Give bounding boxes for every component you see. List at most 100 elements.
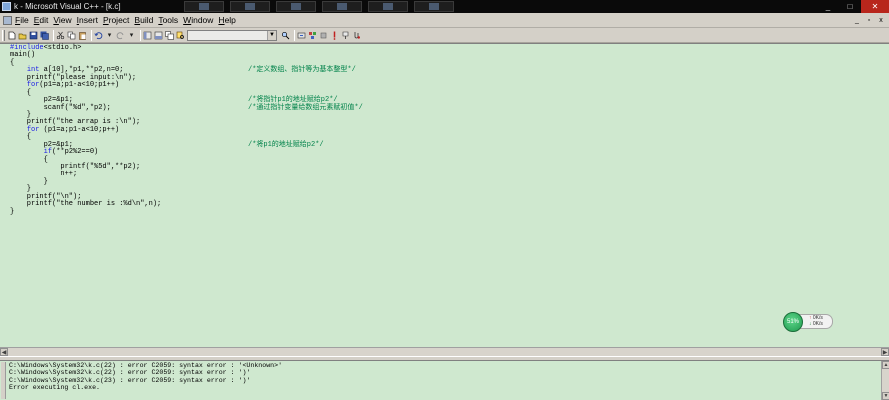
scroll-down-icon[interactable]: ▼ — [882, 392, 889, 400]
window-title: k - Microsoft Visual C++ - [k.c] — [14, 2, 121, 11]
workspace-icon[interactable] — [143, 31, 152, 40]
window-controls: _ □ ✕ — [817, 0, 889, 13]
code-line[interactable]: { — [10, 59, 870, 67]
code-comment: /*定义数组、指针等为基本整型*/ — [248, 66, 356, 75]
compile-icon[interactable] — [297, 31, 306, 40]
source-code[interactable]: #include<stdio.h> main(){ int a[10],*p1,*… — [10, 44, 870, 216]
window-list-icon[interactable] — [165, 30, 174, 40]
toolbar-separator — [140, 29, 141, 41]
ghost-window-thumb — [322, 1, 362, 12]
paste-icon[interactable] — [78, 31, 87, 40]
menu-view[interactable]: View — [53, 15, 71, 25]
menu-tools[interactable]: Tools — [158, 15, 178, 25]
open-icon[interactable] — [18, 31, 27, 40]
menu-build[interactable]: Build — [134, 15, 153, 25]
code-line[interactable]: int a[10],*p1,**p2,n=0;/*定义数组、指针等为基本整型*/ — [10, 66, 870, 75]
code-line[interactable]: printf("%5d",**p2); — [10, 163, 870, 171]
menu-file[interactable]: File — [15, 15, 29, 25]
cpu-usage-gauge: 51% — [783, 312, 803, 332]
network-speed-widget[interactable]: 51% ↑ 0K/s ↓ 0K/s — [783, 312, 833, 332]
toolbar-separator — [91, 29, 92, 41]
output-grip[interactable] — [1, 362, 6, 399]
download-arrow-icon: ↓ — [809, 321, 812, 327]
horizontal-scrollbar[interactable]: ◀ ▶ — [0, 347, 889, 356]
insert-breakpoint-icon[interactable] — [352, 31, 361, 40]
code-comment: /*将p1的地址赋给p2*/ — [248, 140, 324, 149]
code-line[interactable]: p2=&p1;/*将指针p1的地址赋给p2*/ — [10, 96, 870, 104]
code-line[interactable]: printf("the arrap is :\n"); — [10, 119, 870, 126]
background-taskbar — [184, 0, 460, 13]
output-line[interactable]: C:\Windows\System32\k.c(22) : error C205… — [9, 362, 282, 369]
app-icon — [2, 2, 11, 11]
code-line[interactable]: p2=&p1;/*将p1的地址赋给p2*/ — [10, 140, 870, 149]
code-line[interactable]: if(**p2%2==0) — [10, 148, 870, 156]
redo-dropdown-icon[interactable]: ▾ — [127, 31, 136, 40]
maximize-button[interactable]: □ — [839, 0, 861, 13]
find-combo[interactable]: ▼ — [187, 29, 277, 41]
code-line[interactable]: #include<stdio.h> — [10, 44, 870, 52]
code-text: printf("the number is :%d\n",n); — [10, 200, 162, 209]
menu-insert[interactable]: Insert — [77, 15, 98, 25]
undo-dropdown-icon[interactable]: ▾ — [105, 31, 114, 40]
copy-icon[interactable] — [67, 31, 76, 40]
vertical-scrollbar[interactable]: ▲ ▼ — [881, 361, 889, 400]
find-icon[interactable] — [281, 31, 290, 40]
save-icon[interactable] — [29, 31, 38, 40]
new-file-icon[interactable] — [7, 31, 16, 40]
document-icon[interactable] — [3, 15, 12, 25]
ghost-window-thumb — [184, 1, 224, 12]
toolbar-separator — [294, 29, 295, 41]
output-line[interactable]: C:\Windows\System32\k.c(23) : error C205… — [9, 377, 282, 384]
minimize-button[interactable]: _ — [817, 0, 839, 13]
find-in-files-icon[interactable] — [176, 31, 185, 40]
cut-icon[interactable] — [56, 31, 65, 40]
mdi-restore-button[interactable]: ▫ — [863, 15, 875, 25]
code-line[interactable]: } — [10, 186, 870, 193]
ghost-window-thumb — [230, 1, 270, 12]
code-line[interactable]: printf("the number is :%d\n",n); — [10, 200, 870, 209]
code-line[interactable]: main() — [10, 52, 870, 59]
build-output[interactable]: C:\Windows\System32\k.c(22) : error C205… — [9, 362, 282, 391]
ghost-window-thumb — [414, 1, 454, 12]
output-line[interactable]: C:\Windows\System32\k.c(22) : error C205… — [9, 369, 282, 376]
execute-icon[interactable] — [330, 31, 339, 40]
menu-edit[interactable]: Edit — [34, 15, 49, 25]
chevron-down-icon[interactable]: ▼ — [267, 30, 276, 40]
mdi-controls: _ ▫ x — [851, 15, 887, 25]
code-line[interactable]: scanf("%d",*p2);/*通过指针变量给数组元素赋初值*/ — [10, 104, 870, 112]
save-all-icon[interactable] — [40, 31, 49, 40]
output-icon[interactable] — [154, 31, 163, 40]
menu-window[interactable]: Window — [183, 15, 213, 25]
scroll-left-icon[interactable]: ◀ — [0, 348, 8, 356]
scroll-right-icon[interactable]: ▶ — [881, 348, 889, 356]
code-line[interactable]: { — [10, 89, 870, 97]
menu-bar: File Edit View Insert Project Build Tool… — [0, 13, 889, 28]
code-line[interactable]: printf("please input:\n"); — [10, 74, 870, 82]
redo-icon[interactable] — [116, 31, 125, 40]
toolbar: ▾ ▾ ▼ — [0, 28, 889, 43]
ghost-window-thumb — [368, 1, 408, 12]
title-bar[interactable]: k - Microsoft Visual C++ - [k.c] _ □ ✕ — [0, 0, 889, 13]
toolbar-separator — [53, 29, 54, 41]
stop-build-icon[interactable] — [319, 31, 328, 40]
code-line[interactable]: { — [10, 134, 870, 141]
code-editor[interactable]: #include<stdio.h> main(){ int a[10],*p1,*… — [0, 43, 889, 356]
output-line[interactable]: Error executing cl.exe. — [9, 384, 282, 391]
go-icon[interactable] — [341, 31, 350, 40]
code-line[interactable]: for(p1=a;p1-a<10;p1++) — [10, 81, 870, 89]
menu-help[interactable]: Help — [218, 15, 235, 25]
close-button[interactable]: ✕ — [861, 0, 889, 13]
mdi-minimize-button[interactable]: _ — [851, 15, 863, 25]
code-line[interactable]: for (p1=a;p1-a<10;p++) — [10, 126, 870, 134]
code-line[interactable]: } — [10, 178, 870, 186]
code-line[interactable]: } — [10, 207, 870, 216]
scroll-up-icon[interactable]: ▲ — [882, 361, 889, 369]
code-text: } — [10, 207, 15, 216]
mdi-close-button[interactable]: x — [875, 15, 887, 25]
toolbar-grip[interactable] — [2, 29, 5, 41]
menu-project[interactable]: Project — [103, 15, 129, 25]
code-line[interactable]: n++; — [10, 171, 870, 178]
undo-icon[interactable] — [94, 31, 103, 40]
output-panel: C:\Windows\System32\k.c(22) : error C205… — [0, 361, 889, 400]
build-icon[interactable] — [308, 31, 317, 40]
